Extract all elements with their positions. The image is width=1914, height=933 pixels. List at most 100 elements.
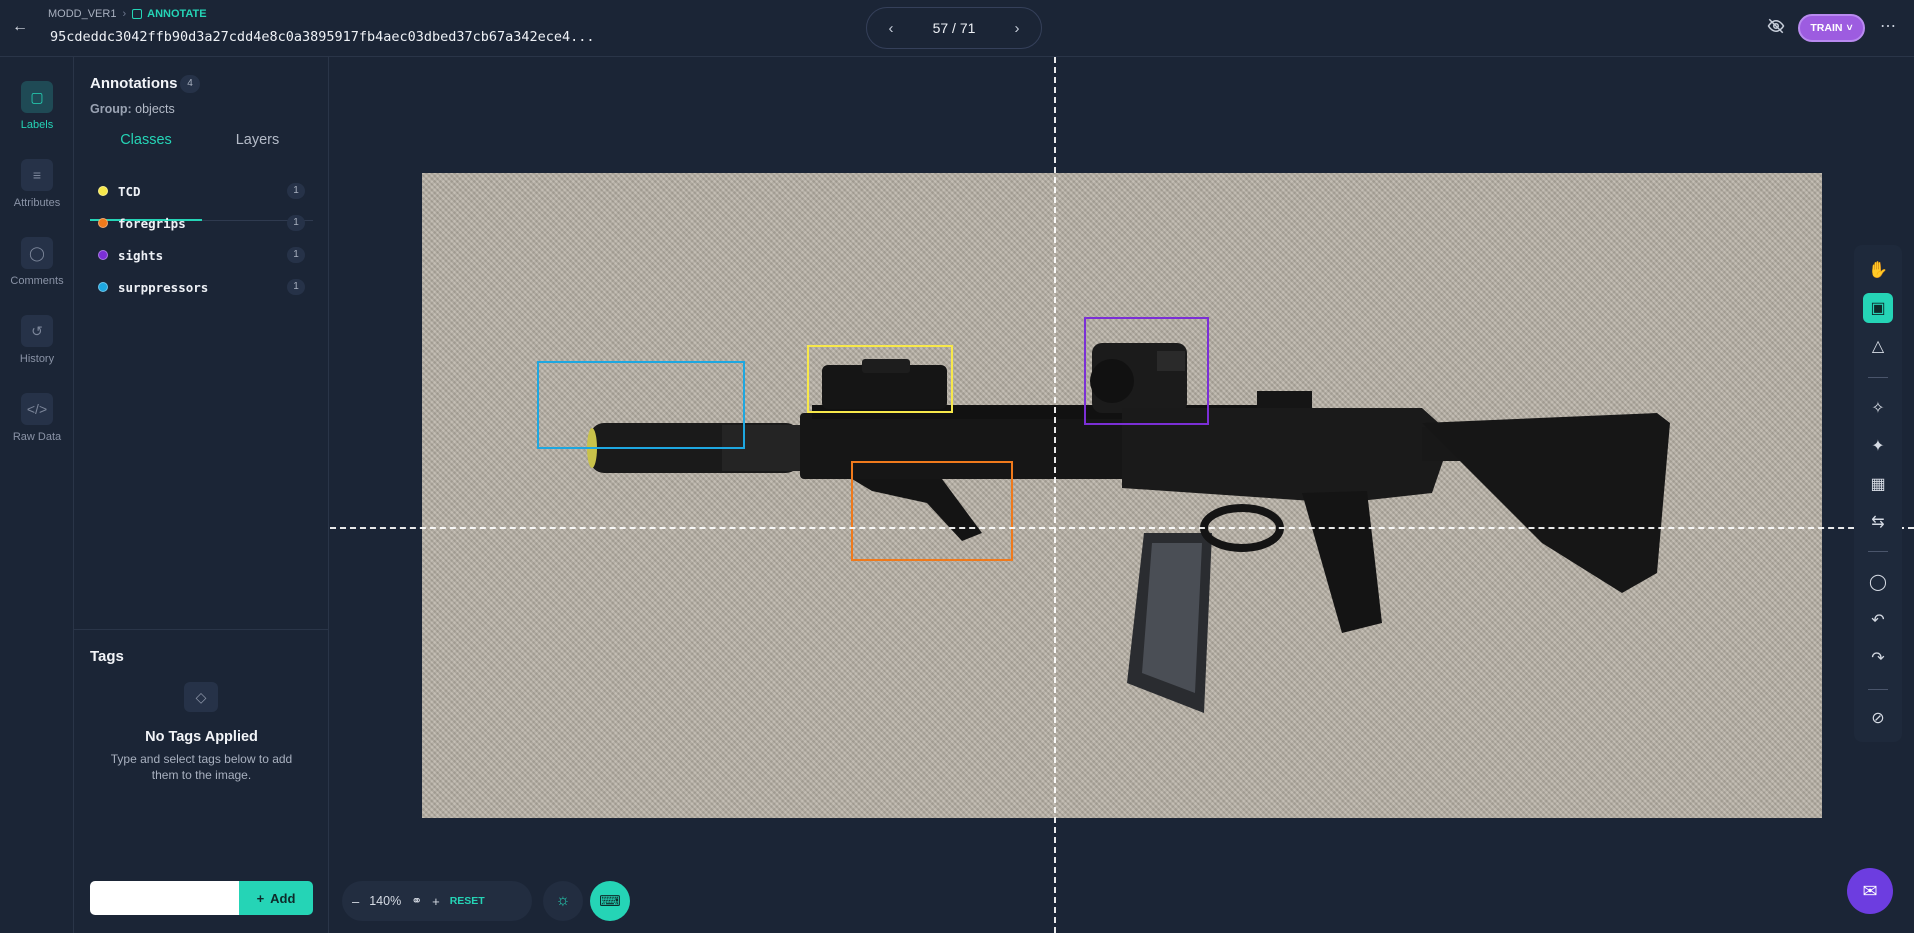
brightness-icon[interactable]: ☼ bbox=[543, 881, 583, 921]
rail-attributes-text: Attributes bbox=[13, 197, 61, 209]
class-color-dot bbox=[98, 218, 108, 228]
tags-title: Tags bbox=[90, 648, 124, 665]
group-info: Group: objects bbox=[90, 102, 175, 116]
crosshair-horizontal bbox=[330, 527, 1914, 529]
clear-icon[interactable]: ⊘ bbox=[1863, 703, 1893, 733]
annotations-count-badge: 4 bbox=[180, 75, 200, 93]
annotation-canvas[interactable] bbox=[330, 57, 1914, 933]
class-name: surppressors bbox=[118, 279, 209, 295]
magic-wand-icon[interactable]: ✦ bbox=[1863, 431, 1893, 461]
file-name: 95cdeddc3042ffb90d3a27cdd4e8c0a3895917fb… bbox=[50, 29, 595, 45]
comments-icon: ◯ bbox=[21, 237, 53, 269]
toolbar-divider bbox=[1868, 551, 1888, 552]
rail-comments-text: Comments bbox=[10, 275, 64, 287]
toolbar-divider bbox=[1868, 689, 1888, 690]
tool-palette: ✋ ▣ △ ✧ ✦ ▦ ⇆ ◯ ↶ ↷ ⊘ bbox=[1854, 245, 1902, 742]
class-name: TCD bbox=[118, 183, 141, 199]
tags-empty-help: Type and select tags below to add them t… bbox=[110, 752, 293, 782]
top-bar: ← MODD_VER1 › ANNOTATE 95cdeddc3042ffb90… bbox=[0, 0, 1914, 57]
chevron-down-icon: ˅ bbox=[1846, 22, 1853, 34]
class-name: sights bbox=[118, 247, 164, 263]
more-options-icon[interactable]: ⋯ bbox=[1880, 16, 1896, 36]
tag-input[interactable] bbox=[90, 881, 240, 915]
annotations-title: Annotations bbox=[90, 75, 178, 92]
breadcrumb: MODD_VER1 › ANNOTATE bbox=[48, 8, 207, 20]
train-button[interactable]: TRAIN ˅ bbox=[1798, 14, 1865, 42]
zoom-in-button[interactable]: + bbox=[432, 894, 440, 909]
class-count-badge: 1 bbox=[287, 279, 305, 295]
bbox-surppressors[interactable] bbox=[537, 361, 745, 449]
rail-raw-data-text: Raw Data bbox=[12, 431, 62, 443]
undo-icon[interactable]: ↶ bbox=[1863, 605, 1893, 635]
rail-labels-text: Labels bbox=[20, 119, 54, 131]
unlock-icon[interactable]: ⚭ bbox=[411, 893, 422, 909]
tab-layers-label: Layers bbox=[235, 132, 280, 148]
breadcrumb-project[interactable]: MODD_VER1 bbox=[48, 8, 116, 20]
group-label: Group: bbox=[90, 102, 132, 116]
next-image-button[interactable]: › bbox=[1007, 20, 1027, 37]
image-pager: ‹ 57 / 71 › bbox=[866, 7, 1042, 49]
hide-annotations-icon[interactable] bbox=[1765, 17, 1787, 39]
zoom-controls: – 140% ⚭ + RESET bbox=[342, 881, 532, 921]
previous-image-button[interactable]: ‹ bbox=[881, 20, 901, 37]
rail-history[interactable]: ↺ History bbox=[0, 315, 74, 365]
comment-tool-icon[interactable]: ◯ bbox=[1863, 567, 1893, 597]
rifle-illustration bbox=[587, 343, 1670, 713]
convert-icon[interactable]: ⇆ bbox=[1863, 507, 1893, 537]
history-icon: ↺ bbox=[21, 315, 53, 347]
tab-classes-label: Classes bbox=[120, 132, 172, 148]
code-icon: </> bbox=[21, 393, 53, 425]
bounding-box-tool-icon[interactable]: ▣ bbox=[1863, 293, 1893, 323]
zoom-out-button[interactable]: – bbox=[352, 894, 359, 909]
smart-select-icon[interactable]: ✧ bbox=[1863, 393, 1893, 423]
train-button-label: TRAIN bbox=[1810, 22, 1843, 34]
class-item-foregrips[interactable]: foregrips 1 bbox=[90, 207, 313, 239]
polygon-tool-icon[interactable]: △ bbox=[1863, 331, 1893, 361]
bbox-sights[interactable] bbox=[1084, 317, 1209, 425]
class-color-dot bbox=[98, 186, 108, 196]
tag-icon: ◇ bbox=[184, 682, 218, 712]
redo-icon[interactable]: ↷ bbox=[1863, 643, 1893, 673]
back-arrow-icon[interactable]: ← bbox=[8, 15, 32, 39]
class-item-sights[interactable]: sights 1 bbox=[90, 239, 313, 271]
class-count-badge: 1 bbox=[287, 183, 305, 199]
zoom-reset-button[interactable]: RESET bbox=[450, 895, 485, 907]
pager-count: 57 / 71 bbox=[932, 20, 976, 36]
bbox-foregrips[interactable] bbox=[851, 461, 1013, 561]
rail-labels[interactable]: ▢ Labels bbox=[0, 81, 74, 131]
keyboard-shortcuts-icon[interactable]: ⌨ bbox=[590, 881, 630, 921]
crosshair-vertical bbox=[1054, 57, 1056, 933]
class-item-tcd[interactable]: TCD 1 bbox=[90, 175, 313, 207]
annotated-image[interactable] bbox=[422, 173, 1822, 818]
annotations-panel: Annotations 4 Group: objects Classes Lay… bbox=[74, 57, 329, 933]
breadcrumb-separator-icon: › bbox=[122, 8, 127, 20]
keypoint-tool-icon[interactable]: ▦ bbox=[1863, 469, 1893, 499]
tags-empty-title: No Tags Applied bbox=[145, 729, 258, 745]
plus-icon: + bbox=[256, 890, 265, 906]
rail-comments[interactable]: ◯ Comments bbox=[0, 237, 74, 287]
class-name: foregrips bbox=[118, 215, 186, 231]
rail-history-text: History bbox=[19, 353, 55, 365]
add-tag-button[interactable]: + Add bbox=[239, 881, 313, 915]
class-item-surppressors[interactable]: surppressors 1 bbox=[90, 271, 313, 303]
pan-hand-icon[interactable]: ✋ bbox=[1863, 255, 1893, 285]
rail-raw-data[interactable]: </> Raw Data bbox=[0, 393, 74, 443]
toolbar-divider bbox=[1868, 377, 1888, 378]
zoom-level: 140% bbox=[369, 894, 402, 908]
bbox-tcd[interactable] bbox=[807, 345, 953, 413]
breadcrumb-mode: ANNOTATE bbox=[132, 8, 207, 20]
rail-attributes[interactable]: ≡ Attributes bbox=[0, 159, 74, 209]
breadcrumb-mode-label: ANNOTATE bbox=[147, 8, 207, 20]
annotate-icon bbox=[132, 9, 143, 19]
class-count-badge: 1 bbox=[287, 215, 305, 231]
group-value: objects bbox=[135, 102, 175, 116]
class-color-dot bbox=[98, 282, 108, 292]
left-rail: ▢ Labels ≡ Attributes ◯ Comments ↺ Histo… bbox=[0, 57, 74, 933]
tags-divider bbox=[74, 629, 329, 630]
chat-support-icon[interactable]: ✉ bbox=[1847, 868, 1893, 914]
add-tag-label: Add bbox=[270, 890, 296, 906]
class-count-badge: 1 bbox=[287, 247, 305, 263]
labels-icon: ▢ bbox=[21, 81, 53, 113]
class-color-dot bbox=[98, 250, 108, 260]
attributes-icon: ≡ bbox=[21, 159, 53, 191]
